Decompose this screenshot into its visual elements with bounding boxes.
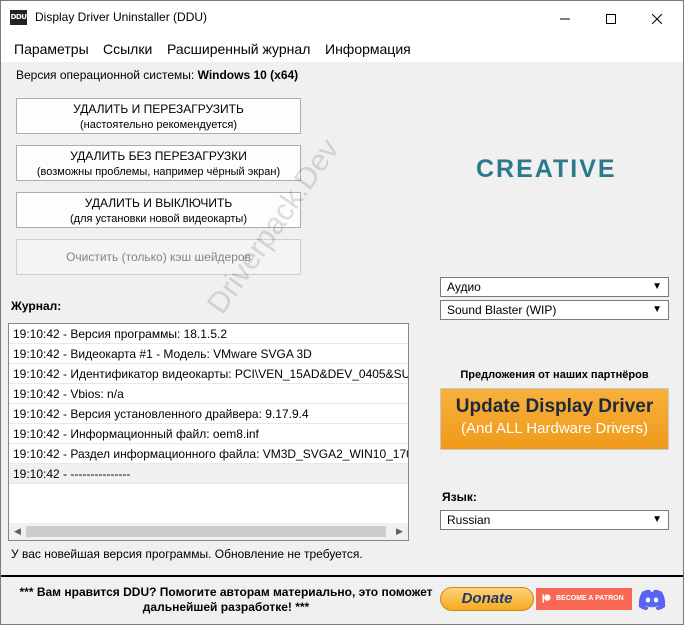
log-label: Журнал: (11, 299, 62, 313)
maximize-icon (606, 13, 616, 24)
menu-bar: Параметры Ссылки Расширенный журнал Инфо… (1, 36, 683, 62)
app-logo-icon: DDU (10, 10, 27, 25)
language-value: Russian (447, 513, 491, 527)
window-title: Display Driver Uninstaller (DDU) (35, 10, 208, 24)
footer-divider (1, 575, 683, 577)
update-display-driver-button[interactable]: Update Display Driver (And ALL Hardware … (440, 388, 669, 450)
log-row[interactable]: 19:10:42 - Раздел информационного файла:… (9, 444, 408, 464)
donation-message: *** Вам нравится DDU? Помогите авторам м… (19, 585, 433, 614)
clean-and-shutdown-label: УДАЛИТЬ И ВЫКЛЮЧИТЬ (84, 196, 233, 210)
become-patron-label: BECOME A PATRON (556, 595, 624, 602)
update-button-subtitle: (And ALL Hardware Drivers) (460, 420, 648, 437)
scroll-right-icon[interactable]: ▶ (391, 523, 408, 540)
device-vendor-select[interactable]: Sound Blaster (WIP) ▼ (440, 300, 669, 320)
device-type-value: Аудио (447, 280, 481, 294)
menu-links[interactable]: Ссылки (103, 41, 152, 57)
clean-and-restart-label: УДАЛИТЬ И ПЕРЕЗАГРУЗИТЬ (73, 102, 244, 116)
discord-icon[interactable] (637, 587, 667, 611)
os-version-label: Версия операционной системы: (16, 68, 195, 82)
menu-advanced-log[interactable]: Расширенный журнал (167, 41, 310, 57)
app-window: DDU Display Driver Uninstaller (DDU) Пар… (0, 0, 684, 625)
update-button-title: Update Display Driver (455, 396, 654, 417)
menu-info[interactable]: Информация (325, 41, 411, 57)
clean-no-restart-button[interactable]: УДАЛИТЬ БЕЗ ПЕРЕЗАГРУЗКИ (возможны пробл… (16, 145, 301, 181)
clean-and-restart-sublabel: (настоятельно рекомендуется) (79, 119, 238, 131)
update-status: У вас новейшая версия программы. Обновле… (11, 547, 363, 561)
clean-and-shutdown-sublabel: (для установки новой видеокарты) (70, 213, 247, 225)
device-type-select[interactable]: Аудио ▼ (440, 277, 669, 297)
menu-settings[interactable]: Параметры (14, 41, 89, 57)
language-label: Язык: (442, 490, 477, 504)
dropdown-arrow-icon: ▼ (652, 304, 662, 315)
creative-logo: CREATIVE (476, 155, 617, 183)
log-horizontal-scrollbar[interactable]: ◀ ▶ (9, 523, 408, 540)
clean-and-restart-button[interactable]: УДАЛИТЬ И ПЕРЕЗАГРУЗИТЬ (настоятельно ре… (16, 98, 301, 134)
log-row[interactable]: 19:10:42 - Версия установленного драйвер… (9, 404, 408, 424)
os-version: Версия операционной системы: Windows 10 … (16, 68, 298, 82)
clean-no-restart-label: УДАЛИТЬ БЕЗ ПЕРЕЗАГРУЗКИ (70, 149, 247, 163)
close-icon (652, 13, 662, 24)
clean-and-shutdown-button[interactable]: УДАЛИТЬ И ВЫКЛЮЧИТЬ (для установки новой… (16, 192, 301, 228)
minimize-icon (560, 18, 570, 19)
scrollbar-thumb[interactable] (26, 526, 386, 537)
dropdown-arrow-icon: ▼ (652, 281, 662, 292)
become-patron-button[interactable]: BECOME A PATRON (536, 588, 632, 610)
log-row[interactable]: 19:10:42 - Идентификатор видеокарты: PCI… (9, 364, 408, 384)
scroll-left-icon[interactable]: ◀ (9, 523, 26, 540)
log-row[interactable]: 19:10:42 - Информационный файл: oem8.inf (9, 424, 408, 444)
patreon-icon (542, 594, 551, 603)
log-row[interactable]: 19:10:42 - Версия программы: 18.1.5.2 (9, 324, 408, 344)
clean-no-restart-sublabel: (возможны проблемы, например чёрный экра… (36, 166, 281, 178)
os-version-value: Windows 10 (x64) (197, 68, 299, 82)
donate-button[interactable]: Donate (440, 587, 534, 611)
log-row[interactable]: 19:10:42 - Видеокарта #1 - Модель: VMwar… (9, 344, 408, 364)
close-button[interactable] (634, 1, 680, 36)
maximize-button[interactable] (588, 1, 634, 36)
partners-title: Предложения от наших партнёров (460, 369, 649, 381)
language-select[interactable]: Russian ▼ (440, 510, 669, 530)
device-vendor-value: Sound Blaster (WIP) (447, 303, 557, 317)
title-bar[interactable]: DDU Display Driver Uninstaller (DDU) (1, 1, 683, 36)
minimize-button[interactable] (542, 1, 588, 36)
creative-logo-text: CREATIVE (476, 155, 617, 183)
log-list[interactable]: 19:10:42 - Версия программы: 18.1.5.2 19… (8, 323, 409, 541)
clear-shader-cache-button[interactable]: Очистить (только) кэш шейдеров (16, 239, 301, 275)
dropdown-arrow-icon: ▼ (652, 514, 662, 525)
log-row[interactable]: 19:10:42 - Vbios: n/a (9, 384, 408, 404)
log-row[interactable]: 19:10:42 - --------------- (9, 464, 408, 484)
